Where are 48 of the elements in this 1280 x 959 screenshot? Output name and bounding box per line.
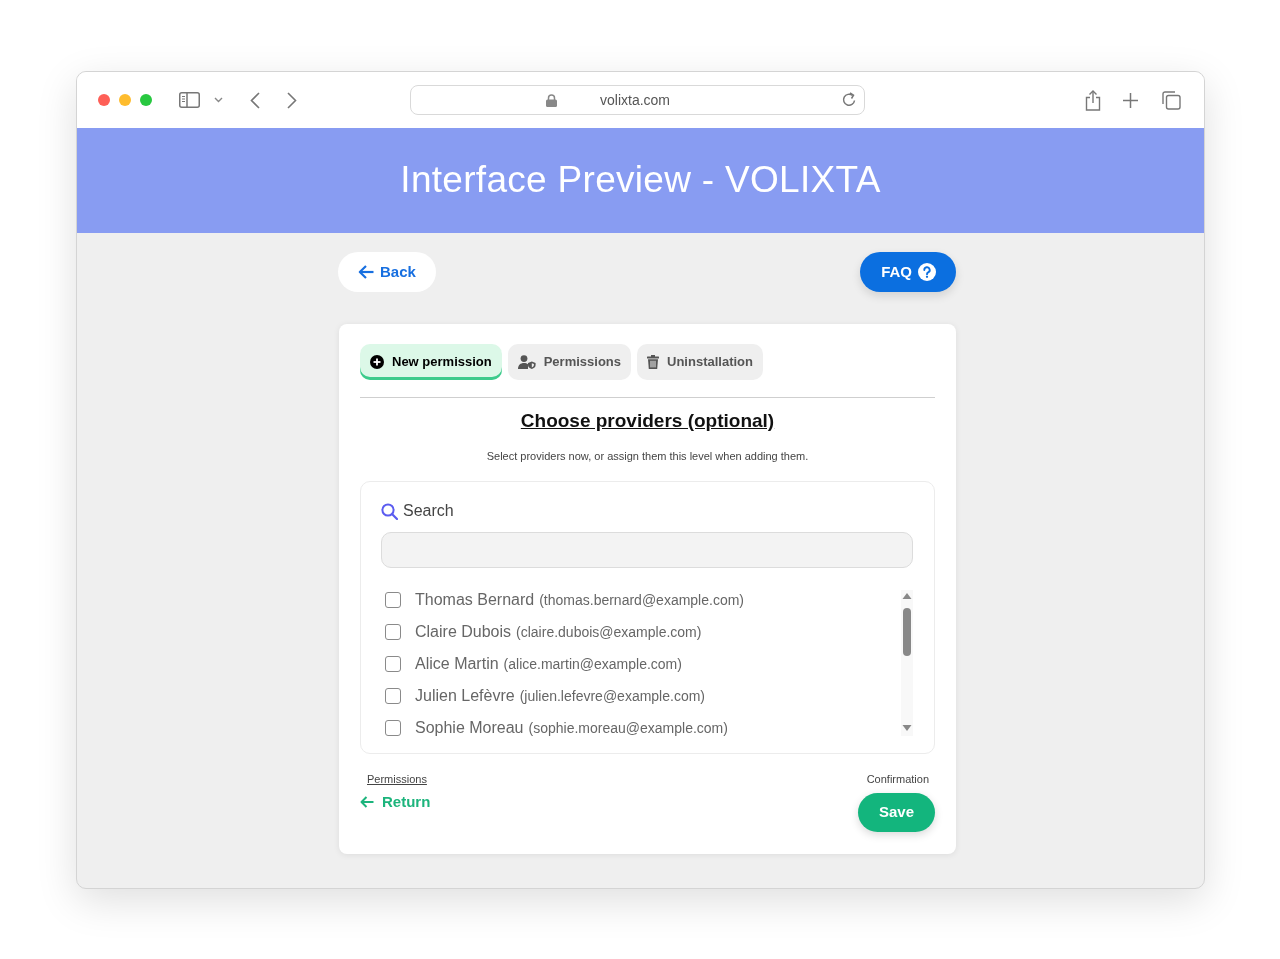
window-zoom-icon[interactable] xyxy=(140,94,152,106)
provider-email: (claire.dubois@example.com) xyxy=(516,622,702,642)
provider-checkbox[interactable] xyxy=(385,656,401,672)
provider-name: Claire Dubois xyxy=(415,622,512,642)
provider-email: (julien.lefevre@example.com) xyxy=(519,686,705,706)
section-heading: Choose providers (optional) xyxy=(519,409,776,433)
provider-name: Julien Lefèvre xyxy=(415,686,515,706)
forward-chevron-icon[interactable] xyxy=(287,91,297,109)
trash-icon xyxy=(647,355,660,369)
faq-button[interactable]: FAQ xyxy=(860,252,956,292)
new-tab-plus-icon[interactable] xyxy=(1123,92,1138,108)
provider-checkbox[interactable] xyxy=(385,624,401,640)
page-title: Interface Preview - VOLIXTA xyxy=(400,158,881,203)
back-chevron-icon[interactable] xyxy=(250,91,260,109)
lock-icon xyxy=(546,93,557,107)
provider-checkbox[interactable] xyxy=(385,720,401,736)
section-description: Select providers now, or assign them this level when adding them. xyxy=(485,449,810,464)
breadcrumb-link[interactable]: Permissions xyxy=(367,771,427,787)
address-bar[interactable]: volixta.com xyxy=(410,85,865,115)
tab[interactable]: Permissions xyxy=(507,344,632,380)
tab[interactable]: Uninstallation xyxy=(637,344,763,380)
help-icon xyxy=(918,263,936,281)
provider-name: Sophie Moreau xyxy=(415,718,524,738)
search-label: Search xyxy=(403,501,454,521)
search-icon xyxy=(381,502,398,520)
next-step-label: Confirmation xyxy=(866,772,929,787)
plus-circle-icon xyxy=(370,355,384,369)
provider-checkbox[interactable] xyxy=(385,688,401,704)
sidebar-icon[interactable] xyxy=(179,92,200,108)
scrollbar[interactable] xyxy=(901,590,913,736)
search-field[interactable] xyxy=(381,532,913,568)
window-close-icon[interactable] xyxy=(98,94,110,106)
share-icon[interactable] xyxy=(1085,89,1101,111)
back-button[interactable]: Back xyxy=(338,252,436,292)
url-text: volixta.com xyxy=(600,90,671,110)
tab[interactable]: New permission xyxy=(360,344,502,380)
provider-checkbox[interactable] xyxy=(385,592,401,608)
reload-icon[interactable] xyxy=(842,92,857,108)
tabs-overview-icon[interactable] xyxy=(1162,90,1181,110)
arrow-left-icon xyxy=(358,265,374,279)
chevron-down-icon[interactable] xyxy=(214,97,223,103)
provider-email: (alice.martin@example.com) xyxy=(503,654,682,674)
user-shield-icon xyxy=(517,355,536,369)
provider-name: Alice Martin xyxy=(415,654,499,674)
arrow-left-icon xyxy=(360,796,374,809)
provider-email: (sophie.moreau@example.com) xyxy=(528,718,728,738)
provider-name: Thomas Bernard xyxy=(415,590,535,610)
provider-email: (thomas.bernard@example.com) xyxy=(539,590,745,610)
